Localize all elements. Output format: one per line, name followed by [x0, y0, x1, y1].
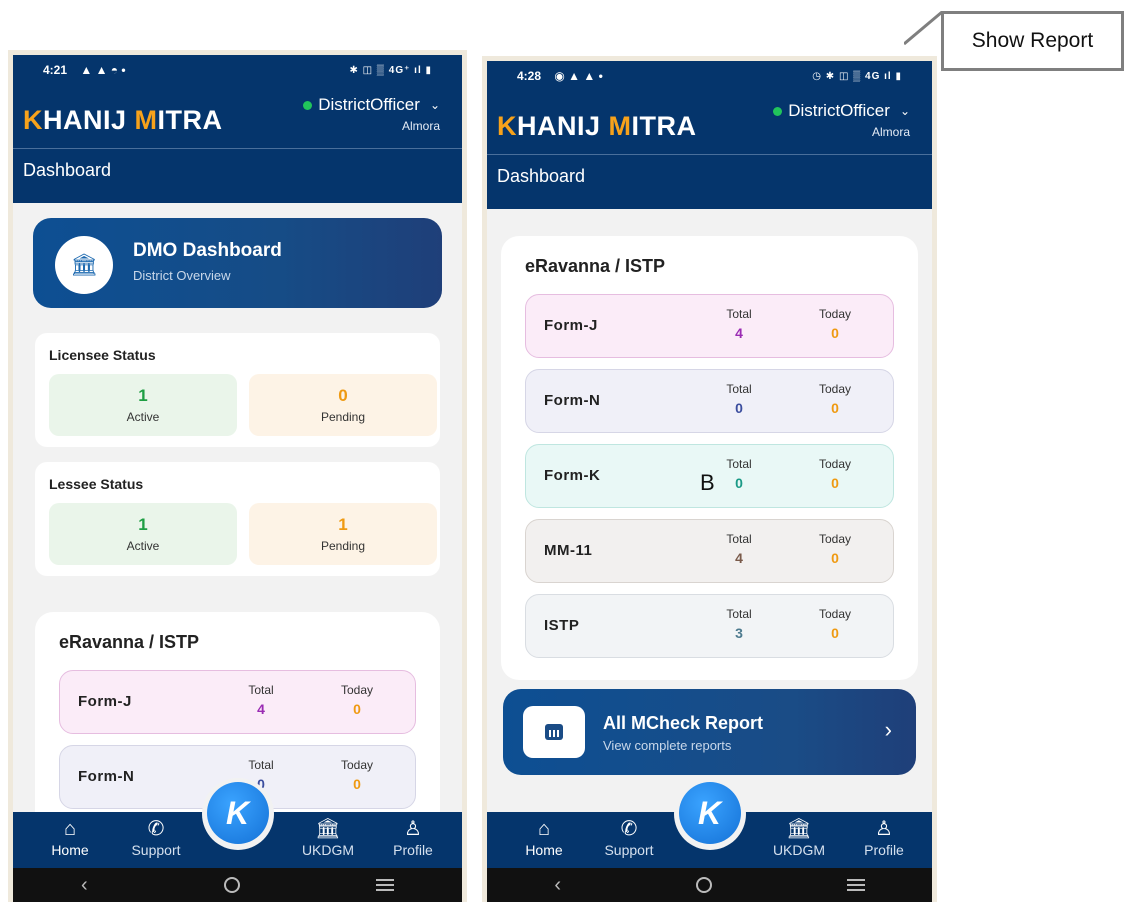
system-navigation-bar: ‹ [13, 868, 462, 902]
page-title: Dashboard [487, 154, 932, 209]
profile-icon: ♙ [875, 818, 893, 840]
all-mcheck-report-card[interactable]: All MCheck Report View complete reports … [503, 689, 916, 775]
nav-home[interactable]: ⌂ Home [504, 818, 584, 858]
callout-text: Show Report [971, 29, 1094, 52]
recents-icon[interactable] [846, 879, 865, 891]
form-row-j[interactable]: Form-J Total 4 Today 0 [525, 294, 894, 358]
fab-cradle: K [201, 778, 274, 850]
screenshot-canvas: Show Report 4:21 ▲ ▲ ◓ • ✱ ◫ ▒ 4G⁺ ıl ▮ … [0, 0, 1125, 902]
back-icon[interactable]: ‹ [81, 874, 88, 897]
lessee-status-card: Lessee Status 1 Active 1 Pending [35, 462, 440, 576]
chevron-down-icon: ⌄ [899, 104, 910, 118]
user-name: DistrictOfficer [318, 95, 420, 114]
licensee-active-stat[interactable]: 1 Active [49, 374, 237, 436]
recents-icon[interactable] [375, 879, 394, 891]
form-row-n[interactable]: Form-N Total 0 Today 0 [525, 369, 894, 433]
form-row-mm11[interactable]: MM-11 Total 4 Today 0 [525, 519, 894, 583]
user-name: DistrictOfficer [788, 101, 890, 120]
status-time: 4:21 [43, 63, 68, 77]
licensee-pending-stat[interactable]: 0 Pending [249, 374, 437, 436]
home-icon: ⌂ [537, 818, 551, 840]
phone-icon: ✆ [620, 818, 638, 840]
bottom-navigation: K ⌂ Home ✆ Support 🏛 UKDGM ♙ Profile [13, 778, 462, 868]
phone-screen-dashboard-top: 4:21 ▲ ▲ ◓ • ✱ ◫ ▒ 4G⁺ ıl ▮ KHANIJ MITRA… [8, 50, 467, 902]
form-row-istp[interactable]: ISTP Total 3 Today 0 [525, 594, 894, 658]
lessee-status-title: Lessee Status [49, 476, 144, 492]
status-bar: 4:21 ▲ ▲ ◓ • ✱ ◫ ▒ 4G⁺ ıl ▮ [13, 55, 462, 85]
licensee-status-card: Licensee Status 1 Active 0 Pending [35, 333, 440, 447]
dashboard-scroll-area[interactable]: 🏛 DMO Dashboard District Overview Licens… [19, 210, 456, 812]
bank-icon: 🏛 [55, 236, 113, 294]
page-title: Dashboard [13, 148, 462, 203]
chevron-right-icon: › [884, 717, 892, 742]
dashboard-scroll-area[interactable]: eRavanna / ISTP Form-J Total 4 Today 0 For… [493, 216, 926, 812]
status-bar: 4:28 ◉ ▲ ▲ • ◷ ✱ ◫ ▒ 4G ıl ▮ [487, 61, 932, 91]
bottom-navigation: K ⌂ Home ✆ Support 🏛 UKDGM ♙ Profile [487, 778, 932, 868]
nav-ukdgm[interactable]: 🏛 UKDGM [759, 818, 839, 858]
khanij-mitra-logo: KHANIJ MITRA [497, 111, 697, 141]
system-navigation-bar: ‹ [487, 868, 932, 902]
report-chart-icon [523, 706, 585, 758]
khanij-fab-button[interactable]: K [678, 782, 741, 844]
nav-profile[interactable]: ♙ Profile [844, 818, 924, 858]
building-icon: 🏛 [786, 818, 812, 840]
form-row-j[interactable]: Form-J Total 4 Today 0 [59, 670, 416, 734]
user-selector[interactable]: DistrictOfficer ⌄ Almora [303, 95, 440, 133]
fab-cradle: K [673, 778, 746, 850]
dmo-subtitle: District Overview [133, 268, 231, 283]
system-status-icons: ◷ ✱ ◫ ▒ 4G ıl ▮ [812, 70, 902, 82]
phone-icon: ✆ [147, 818, 165, 840]
user-selector[interactable]: DistrictOfficer ⌄ Almora [773, 101, 910, 139]
notification-icons: ◉ ▲ ▲ • [554, 69, 603, 83]
app-header: KHANIJ MITRA DistrictOfficer ⌄ Almora [13, 85, 462, 148]
eravanna-card: eRavanna / ISTP Form-J Total 4 Today 0 For… [501, 236, 918, 680]
show-report-callout: Show Report [941, 11, 1124, 71]
user-location: Almora [401, 119, 440, 133]
mcheck-subtitle: View complete reports [603, 738, 732, 753]
home-icon: ⌂ [63, 818, 77, 840]
nav-support[interactable]: ✆ Support [116, 818, 196, 858]
user-location: Almora [871, 125, 910, 139]
nav-home[interactable]: ⌂ Home [30, 818, 110, 858]
notification-icons: ▲ ▲ ◓ • [80, 63, 126, 77]
status-time: 4:28 [517, 69, 542, 83]
profile-icon: ♙ [404, 818, 422, 840]
nav-ukdgm[interactable]: 🏛 UKDGM [288, 818, 368, 858]
lessee-active-stat[interactable]: 1 Active [49, 503, 237, 565]
back-icon[interactable]: ‹ [554, 874, 561, 897]
eravanna-title: eRavanna / ISTP [59, 632, 200, 652]
nav-support[interactable]: ✆ Support [589, 818, 669, 858]
home-circle-icon[interactable] [695, 877, 712, 893]
lessee-pending-stat[interactable]: 1 Pending [249, 503, 437, 565]
online-status-dot [303, 100, 313, 110]
building-icon: 🏛 [315, 818, 341, 840]
annotation-marker-b: B [700, 470, 715, 495]
system-status-icons: ✱ ◫ ▒ 4G⁺ ıl ▮ [349, 64, 432, 76]
khanij-fab-button[interactable]: K [206, 782, 269, 844]
dmo-title: DMO Dashboard [133, 240, 282, 261]
chevron-down-icon: ⌄ [429, 98, 440, 112]
eravanna-title: eRavanna / ISTP [525, 256, 666, 276]
home-circle-icon[interactable] [223, 877, 240, 893]
khanij-mitra-logo: KHANIJ MITRA [23, 105, 223, 135]
licensee-status-title: Licensee Status [49, 347, 156, 363]
nav-profile[interactable]: ♙ Profile [373, 818, 453, 858]
app-header: KHANIJ MITRA DistrictOfficer ⌄ Almora [487, 91, 932, 154]
online-status-dot [773, 106, 783, 116]
dmo-dashboard-card[interactable]: 🏛 DMO Dashboard District Overview [33, 218, 442, 308]
mcheck-title: All MCheck Report [603, 713, 764, 733]
